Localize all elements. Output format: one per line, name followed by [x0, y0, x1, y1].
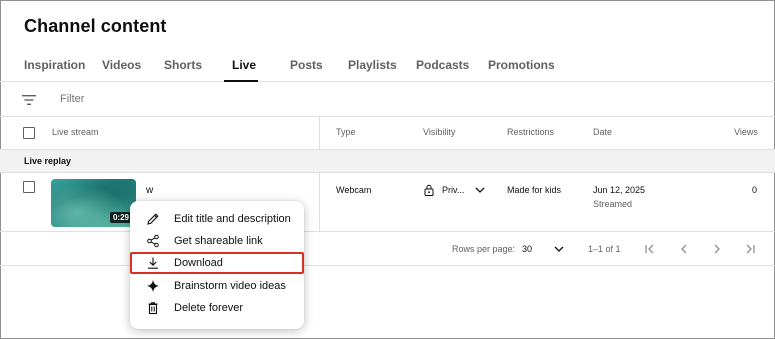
column-header-type[interactable]: Type: [336, 127, 356, 137]
menu-item-label: Download: [174, 257, 223, 269]
active-tab-indicator: [224, 80, 258, 82]
tab-podcasts[interactable]: Podcasts: [416, 58, 469, 72]
previous-page-icon[interactable]: [677, 242, 691, 256]
column-divider: [319, 117, 320, 150]
tab-inspiration[interactable]: Inspiration: [24, 58, 85, 72]
date-cell: Jun 12, 2025: [593, 185, 646, 195]
type-cell: Webcam: [336, 185, 372, 195]
menu-item-label: Get shareable link: [174, 235, 263, 247]
share-icon: [147, 234, 159, 248]
row-checkbox[interactable]: [23, 181, 35, 193]
context-menu: Edit title and description Get shareable…: [130, 201, 304, 329]
column-header-visibility[interactable]: Visibility: [423, 127, 455, 137]
column-header-live-stream[interactable]: Live stream: [52, 127, 99, 137]
menu-item-label: Edit title and description: [174, 213, 291, 225]
next-page-icon[interactable]: [710, 242, 724, 256]
page-range: 1–1 of 1: [588, 244, 621, 254]
select-all-checkbox[interactable]: [23, 127, 35, 139]
section-label-text: Live replay: [24, 156, 72, 166]
tab-playlists[interactable]: Playlists: [348, 58, 397, 72]
tab-bar: Inspiration Videos Shorts Live Posts Pla…: [0, 48, 775, 82]
tab-live[interactable]: Live: [232, 58, 256, 72]
video-title[interactable]: w: [146, 185, 153, 196]
filter-input[interactable]: [60, 93, 260, 105]
column-header-date[interactable]: Date: [593, 127, 612, 137]
filter-icon[interactable]: [22, 94, 36, 106]
video-thumbnail[interactable]: 0:29: [51, 179, 136, 227]
date-status: Streamed: [593, 199, 633, 209]
restrictions-cell: Made for kids: [507, 185, 562, 195]
sparkle-icon: [146, 279, 160, 293]
filter-bar: [0, 83, 775, 117]
rows-per-page-label: Rows per page:: [452, 244, 516, 254]
tab-videos[interactable]: Videos: [102, 58, 141, 72]
trash-icon: [148, 302, 158, 315]
chevron-down-icon[interactable]: [554, 246, 564, 252]
menu-item-edit-title[interactable]: Edit title and description: [130, 208, 304, 230]
page-title: Channel content: [24, 16, 167, 36]
views-cell: 0: [752, 185, 758, 195]
duration-badge: 0:29: [109, 212, 132, 223]
column-divider: [319, 173, 320, 232]
menu-item-brainstorm[interactable]: Brainstorm video ideas: [130, 275, 304, 297]
lock-icon: [424, 184, 434, 196]
table-row[interactable]: 0:29 w Webcam Priv... Made for kids Jun …: [0, 173, 775, 232]
menu-item-get-link[interactable]: Get shareable link: [130, 230, 304, 252]
visibility-value[interactable]: Priv...: [442, 185, 464, 195]
download-icon: [148, 257, 158, 269]
pagination-bar: Rows per page: 30 1–1 of 1: [0, 232, 775, 266]
tab-posts[interactable]: Posts: [290, 58, 323, 72]
pencil-icon: [147, 213, 159, 225]
tab-shorts[interactable]: Shorts: [164, 58, 202, 72]
menu-item-label: Brainstorm video ideas: [174, 280, 286, 292]
last-page-icon[interactable]: [743, 242, 757, 256]
tab-promotions[interactable]: Promotions: [488, 58, 555, 72]
menu-item-delete[interactable]: Delete forever: [130, 297, 304, 319]
column-header-views[interactable]: Views: [734, 127, 758, 137]
section-label: Live replay: [0, 150, 775, 173]
menu-item-label: Delete forever: [174, 302, 244, 314]
first-page-icon[interactable]: [643, 242, 657, 256]
visibility-dropdown-icon[interactable]: [475, 187, 485, 193]
rows-per-page-select[interactable]: 30: [522, 244, 532, 254]
column-header-restrictions[interactable]: Restrictions: [507, 127, 554, 137]
menu-item-download[interactable]: Download: [130, 252, 304, 274]
table-header: Live stream Type Visibility Restrictions…: [0, 117, 775, 150]
